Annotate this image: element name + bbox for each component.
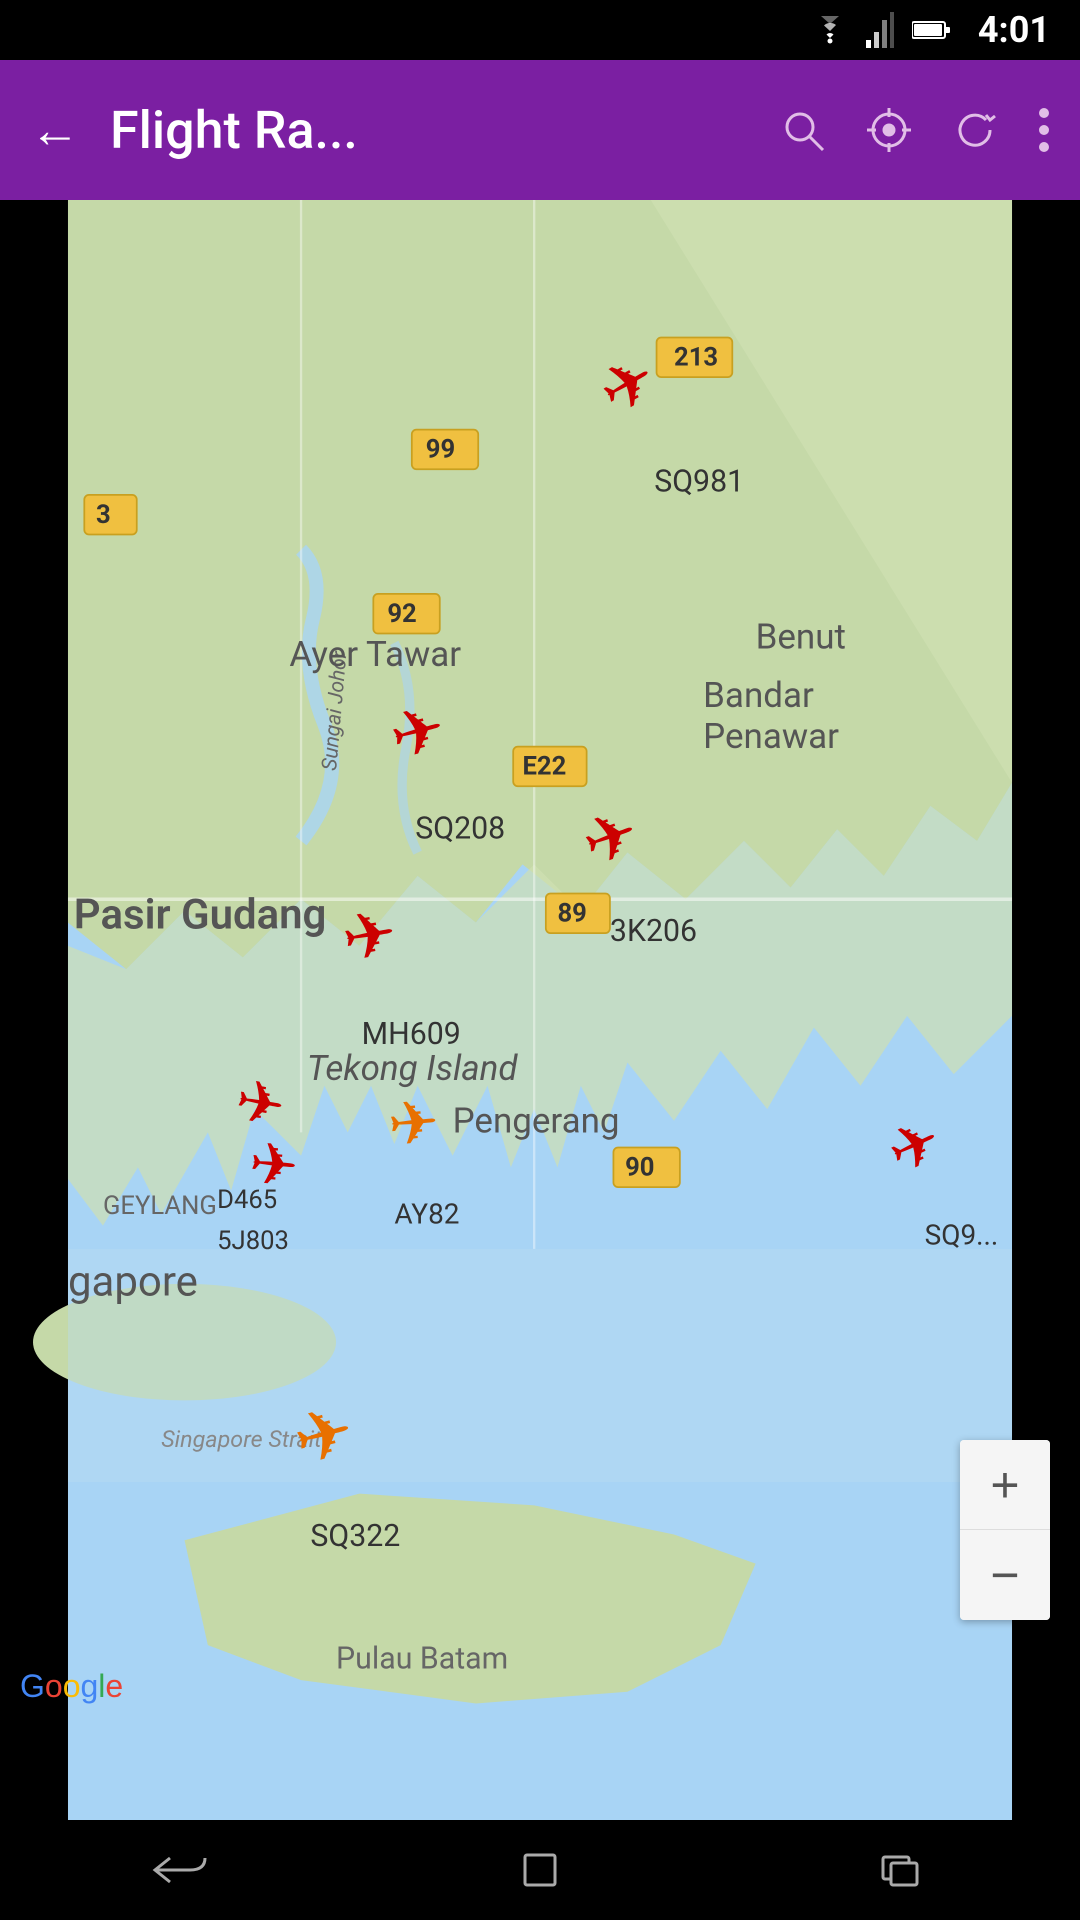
svg-text:SQ322: SQ322	[310, 1519, 400, 1554]
battery-icon	[912, 19, 950, 41]
status-bar: 4:01	[0, 0, 1080, 60]
zoom-out-button[interactable]: −	[960, 1530, 1050, 1620]
svg-text:SQ981: SQ981	[654, 464, 744, 499]
svg-text:5J803: 5J803	[217, 1226, 289, 1256]
svg-text:SQ9...: SQ9...	[925, 1218, 999, 1251]
svg-text:Ayer Tawar: Ayer Tawar	[289, 634, 461, 675]
svg-text:E22: E22	[523, 752, 567, 782]
app-bar: ← Flight Ra...	[0, 60, 1080, 200]
svg-text:Pengerang: Pengerang	[453, 1100, 620, 1141]
wifi-icon	[812, 16, 848, 44]
map-svg: Sungai Johor Singapore Strait Pulau Bata…	[0, 200, 1080, 1820]
svg-text:D465: D465	[217, 1185, 277, 1215]
svg-text:✈: ✈	[385, 1086, 442, 1161]
signal-icon	[866, 12, 894, 48]
nav-bar	[0, 1820, 1080, 1920]
svg-text:90: 90	[625, 1152, 654, 1182]
svg-text:Tekong Island: Tekong Island	[307, 1048, 519, 1089]
more-icon[interactable]	[1038, 107, 1050, 153]
location-icon[interactable]	[866, 107, 912, 153]
map-container[interactable]: Sungai Johor Singapore Strait Pulau Bata…	[0, 200, 1080, 1820]
back-button[interactable]: ←	[30, 101, 80, 160]
svg-text:92: 92	[387, 599, 416, 629]
nav-recents-button[interactable]	[840, 1830, 960, 1910]
svg-text:gapore: gapore	[68, 1258, 198, 1307]
svg-text:Pulau Batam: Pulau Batam	[336, 1641, 508, 1676]
svg-text:Bandar: Bandar	[703, 675, 814, 716]
status-time: 4:01	[978, 9, 1050, 51]
svg-text:GEYLANG: GEYLANG	[103, 1191, 217, 1221]
search-icon[interactable]	[780, 107, 826, 153]
google-logo: Google	[20, 1668, 123, 1705]
app-title: Flight Ra...	[110, 100, 750, 161]
svg-text:213: 213	[674, 342, 718, 372]
svg-text:99: 99	[426, 435, 455, 465]
svg-text:Pasir Gudang: Pasir Gudang	[74, 890, 327, 939]
zoom-controls: + −	[960, 1440, 1050, 1620]
zoom-in-button[interactable]: +	[960, 1440, 1050, 1530]
status-icons: 4:01	[812, 9, 1050, 51]
svg-text:Benut: Benut	[756, 617, 846, 658]
nav-back-button[interactable]	[120, 1830, 240, 1910]
nav-home-button[interactable]	[480, 1830, 600, 1910]
svg-text:SQ208: SQ208	[415, 812, 505, 847]
svg-text:MH609: MH609	[362, 1017, 461, 1052]
svg-text:3K206: 3K206	[610, 914, 697, 949]
svg-text:89: 89	[557, 898, 586, 928]
svg-text:Penawar: Penawar	[703, 716, 839, 757]
svg-text:3: 3	[96, 500, 111, 530]
svg-text:AY82: AY82	[394, 1197, 459, 1230]
refresh-icon[interactable]	[952, 107, 998, 153]
app-bar-icons	[780, 107, 1050, 153]
